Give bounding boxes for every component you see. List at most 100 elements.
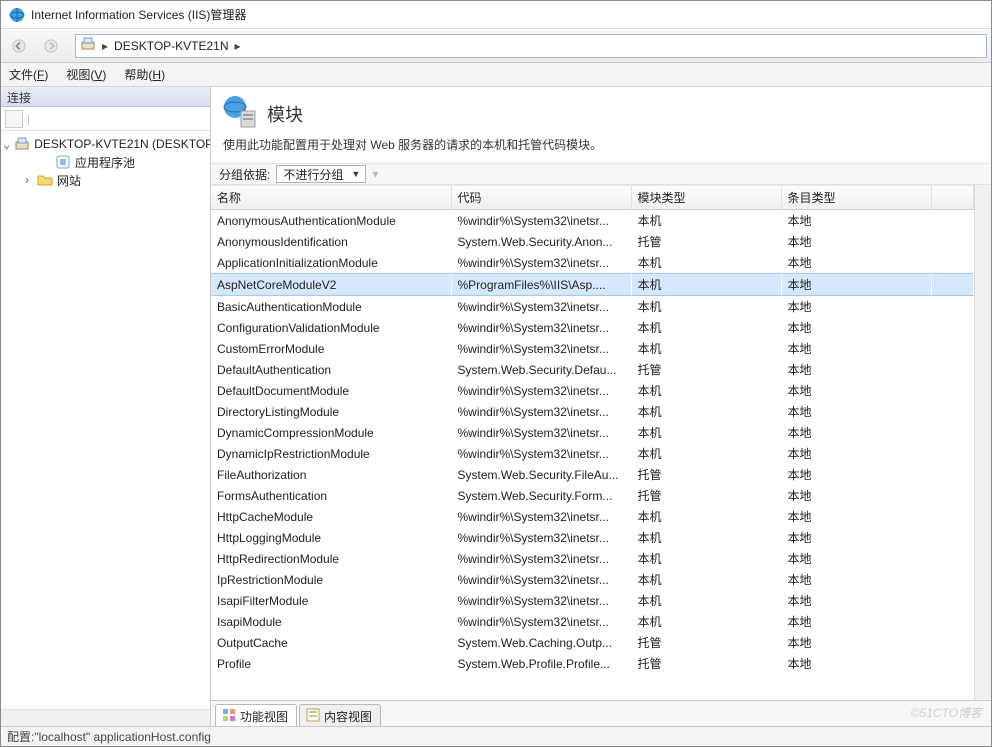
cell-code: %windir%\System32\inetsr...	[451, 611, 631, 632]
table-row[interactable]: IsapiModule%windir%\System32\inetsr...本机…	[211, 611, 974, 632]
table-row[interactable]: HttpCacheModule%windir%\System32\inetsr.…	[211, 506, 974, 527]
col-code[interactable]: 代码	[451, 186, 631, 210]
col-module-type[interactable]: 模块类型	[631, 186, 781, 210]
cell-entry: 本地	[781, 485, 931, 506]
tree-node-sites[interactable]: › 网站	[3, 171, 208, 189]
breadcrumb[interactable]: ▸ DESKTOP-KVTE21N ▸	[75, 34, 987, 58]
cell-code: %windir%\System32\inetsr...	[451, 548, 631, 569]
table-row[interactable]: CustomErrorModule%windir%\System32\inets…	[211, 338, 974, 359]
menu-view[interactable]: 视图(V)	[66, 66, 106, 83]
cell-entry: 本地	[781, 274, 931, 296]
page-description: 使用此功能配置用于处理对 Web 服务器的请求的本机和托管代码模块。	[211, 136, 991, 163]
tree-node-label: DESKTOP-KVTE21N (DESKTOP-KVTE21N\...)	[34, 137, 210, 151]
cell-entry: 本地	[781, 296, 931, 318]
cell-name: ConfigurationValidationModule	[211, 317, 451, 338]
table-row[interactable]: BasicAuthenticationModule%windir%\System…	[211, 296, 974, 318]
iis-app-icon	[9, 7, 25, 23]
cell-entry: 本地	[781, 380, 931, 401]
cell-type: 托管	[631, 464, 781, 485]
cell-type: 托管	[631, 632, 781, 653]
cell-type: 本机	[631, 296, 781, 318]
cell-name: AnonymousIdentification	[211, 231, 451, 252]
table-row[interactable]: IpRestrictionModule%windir%\System32\ine…	[211, 569, 974, 590]
cell-entry: 本地	[781, 359, 931, 380]
cell-type: 本机	[631, 590, 781, 611]
group-by-bar: 分组依据: 不进行分组 ▼ ▾	[211, 163, 991, 185]
connections-toolbar: |	[1, 107, 210, 131]
cell-type: 本机	[631, 422, 781, 443]
group-by-value: 不进行分组	[283, 166, 343, 183]
table-row[interactable]: DynamicIpRestrictionModule%windir%\Syste…	[211, 443, 974, 464]
cell-code: System.Web.Caching.Outp...	[451, 632, 631, 653]
col-name[interactable]: 名称	[211, 186, 451, 210]
connections-tree[interactable]: ⌄ DESKTOP-KVTE21N (DESKTOP-KVTE21N\...) …	[1, 131, 210, 709]
cell-code: System.Web.Security.FileAu...	[451, 464, 631, 485]
cell-code: %windir%\System32\inetsr...	[451, 527, 631, 548]
cell-name: HttpCacheModule	[211, 506, 451, 527]
sidebar-hscrollbar[interactable]	[1, 709, 210, 726]
table-row[interactable]: FormsAuthenticationSystem.Web.Security.F…	[211, 485, 974, 506]
table-row[interactable]: ConfigurationValidationModule%windir%\Sy…	[211, 317, 974, 338]
collapse-icon[interactable]: ⌄	[3, 137, 10, 151]
cell-code: %windir%\System32\inetsr...	[451, 590, 631, 611]
modules-grid[interactable]: 名称 代码 模块类型 条目类型 AnonymousAuthenticationM…	[211, 185, 974, 700]
cell-entry: 本地	[781, 506, 931, 527]
cell-name: AnonymousAuthenticationModule	[211, 210, 451, 232]
menubar: 文件(F) 视图(V) 帮助(H)	[1, 63, 991, 87]
cell-entry: 本地	[781, 632, 931, 653]
grid-vscrollbar[interactable]	[974, 185, 991, 700]
table-row[interactable]: HttpLoggingModule%windir%\System32\inets…	[211, 527, 974, 548]
tab-features-view[interactable]: 功能视图	[215, 704, 297, 726]
cell-name: IsapiFilterModule	[211, 590, 451, 611]
server-icon	[14, 136, 30, 152]
table-row[interactable]: FileAuthorizationSystem.Web.Security.Fil…	[211, 464, 974, 485]
nav-forward-button[interactable]	[37, 33, 65, 59]
cell-type: 本机	[631, 317, 781, 338]
table-row[interactable]: AnonymousAuthenticationModule%windir%\Sy…	[211, 210, 974, 232]
table-row[interactable]: OutputCacheSystem.Web.Caching.Outp...托管本…	[211, 632, 974, 653]
connections-tool-button[interactable]	[5, 110, 23, 128]
menu-help[interactable]: 帮助(H)	[124, 66, 165, 83]
cell-entry: 本地	[781, 231, 931, 252]
group-by-label: 分组依据:	[219, 166, 270, 183]
breadcrumb-root[interactable]: DESKTOP-KVTE21N	[114, 39, 228, 53]
cell-entry: 本地	[781, 527, 931, 548]
cell-type: 本机	[631, 401, 781, 422]
cell-name: CustomErrorModule	[211, 338, 451, 359]
table-row[interactable]: HttpRedirectionModule%windir%\System32\i…	[211, 548, 974, 569]
grid-header-row[interactable]: 名称 代码 模块类型 条目类型	[211, 186, 974, 210]
expand-icon[interactable]: ›	[21, 173, 33, 187]
table-row[interactable]: DefaultDocumentModule%windir%\System32\i…	[211, 380, 974, 401]
cell-name: HttpRedirectionModule	[211, 548, 451, 569]
tree-node-server[interactable]: ⌄ DESKTOP-KVTE21N (DESKTOP-KVTE21N\...)	[3, 135, 208, 153]
table-row[interactable]: DirectoryListingModule%windir%\System32\…	[211, 401, 974, 422]
table-row[interactable]: DefaultAuthenticationSystem.Web.Security…	[211, 359, 974, 380]
menu-file[interactable]: 文件(F)	[9, 66, 48, 83]
page-title: 模块	[267, 101, 303, 127]
cell-name: IsapiModule	[211, 611, 451, 632]
statusbar: 配置:"localhost" applicationHost.config	[1, 726, 991, 746]
folder-icon	[37, 172, 53, 188]
server-icon	[80, 36, 96, 55]
nav-back-button[interactable]	[5, 33, 33, 59]
cell-name: OutputCache	[211, 632, 451, 653]
tab-content-view[interactable]: 内容视图	[299, 704, 381, 726]
col-entry-type[interactable]: 条目类型	[781, 186, 931, 210]
table-row[interactable]: AnonymousIdentificationSystem.Web.Securi…	[211, 231, 974, 252]
group-by-select[interactable]: 不进行分组 ▼	[276, 165, 366, 183]
connections-header: 连接	[1, 87, 210, 107]
content-view-icon	[306, 708, 320, 725]
table-row[interactable]: IsapiFilterModule%windir%\System32\inets…	[211, 590, 974, 611]
cell-type: 本机	[631, 527, 781, 548]
table-row[interactable]: AspNetCoreModuleV2%ProgramFiles%\IIS\Asp…	[211, 274, 974, 296]
navbar: ▸ DESKTOP-KVTE21N ▸	[1, 29, 991, 63]
app-pool-icon	[55, 154, 71, 170]
tree-node-app-pools[interactable]: 应用程序池	[3, 153, 208, 171]
table-row[interactable]: DynamicCompressionModule%windir%\System3…	[211, 422, 974, 443]
table-row[interactable]: ProfileSystem.Web.Profile.Profile...托管本地	[211, 653, 974, 674]
table-row[interactable]: ApplicationInitializationModule%windir%\…	[211, 252, 974, 274]
cell-name: BasicAuthenticationModule	[211, 296, 451, 318]
titlebar: Internet Information Services (IIS)管理器	[1, 1, 991, 29]
cell-type: 托管	[631, 485, 781, 506]
cell-entry: 本地	[781, 611, 931, 632]
